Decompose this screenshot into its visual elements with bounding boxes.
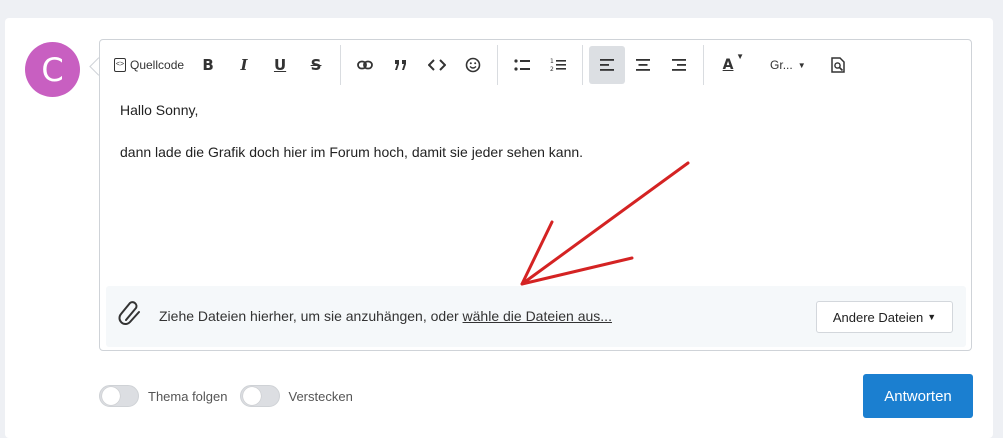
preview-icon: [830, 57, 845, 73]
code-button[interactable]: [419, 46, 455, 84]
toolbar-divider: [582, 45, 584, 85]
editor-content[interactable]: Hallo Sonny, dann lade die Grafik doch h…: [120, 102, 583, 186]
source-code-label: Quellcode: [130, 58, 185, 72]
align-right-button[interactable]: [661, 46, 697, 84]
strikethrough-button[interactable]: S: [298, 46, 334, 84]
file-dropzone[interactable]: Ziehe Dateien hierher, um sie anzuhängen…: [106, 286, 966, 347]
svg-text:2: 2: [550, 66, 554, 72]
source-code-button[interactable]: <> Quellcode: [108, 46, 190, 84]
underline-label: U: [273, 56, 287, 74]
toolbar-divider: [497, 45, 499, 85]
toggle-knob: [102, 387, 120, 405]
content-line: Hallo Sonny,: [120, 102, 199, 118]
bold-button[interactable]: B: [190, 46, 226, 84]
bullet-list-icon: [514, 59, 531, 71]
emoji-button[interactable]: [455, 46, 491, 84]
bold-label: B: [202, 56, 214, 74]
underline-button[interactable]: U: [262, 46, 298, 84]
content-line: dann lade die Grafik doch hier im Forum …: [120, 144, 584, 160]
avatar-initial: C: [41, 50, 64, 89]
quote-button[interactable]: [383, 46, 419, 84]
align-left-button[interactable]: [589, 46, 626, 84]
reply-button[interactable]: Antworten: [863, 374, 973, 418]
rich-text-editor[interactable]: <> Quellcode B I U S 12 A ▼ Gr... ▼ Hall…: [99, 39, 972, 351]
numbered-list-icon: 12: [550, 58, 567, 72]
editor-toolbar: <> Quellcode B I U S 12 A ▼ Gr... ▼: [108, 45, 856, 85]
hide-post-label: Verstecken: [288, 388, 353, 404]
avatar: C: [25, 42, 80, 97]
follow-thread-toggle[interactable]: [99, 385, 139, 407]
toolbar-divider: [703, 45, 705, 85]
numbered-list-button[interactable]: 12: [540, 46, 576, 84]
emoji-icon: [465, 57, 481, 73]
dropzone-text: Ziehe Dateien hierher, um sie anzuhängen…: [159, 308, 612, 324]
chevron-down-icon: ▼: [736, 52, 745, 61]
font-size-label: Gr...: [770, 58, 793, 72]
strike-label: S: [310, 56, 322, 74]
italic-label: I: [240, 56, 248, 74]
text-color-button[interactable]: A ▼: [710, 46, 746, 84]
italic-button[interactable]: I: [226, 46, 262, 84]
align-center-button[interactable]: [625, 46, 661, 84]
align-right-icon: [672, 59, 687, 71]
align-left-icon: [600, 59, 615, 71]
align-center-icon: [636, 59, 651, 71]
hide-post-toggle[interactable]: [239, 385, 280, 407]
reply-button-label: Antworten: [884, 387, 952, 405]
post-options: Thema folgen Verstecken: [99, 385, 365, 407]
link-button[interactable]: [347, 46, 383, 84]
choose-files-link[interactable]: wähle die Dateien aus...: [463, 308, 612, 324]
other-files-label: Andere Dateien: [832, 309, 924, 325]
other-files-button[interactable]: Andere Dateien ▼: [816, 301, 953, 333]
code-icon: [428, 59, 447, 71]
svg-text:1: 1: [550, 58, 554, 65]
quote-icon: [395, 60, 407, 70]
chevron-down-icon: ▼: [927, 312, 937, 322]
toggle-knob: [242, 387, 261, 405]
chevron-down-icon: ▼: [797, 60, 806, 70]
toolbar-divider: [340, 45, 342, 85]
paperclip-icon: [118, 301, 140, 325]
bullet-list-button[interactable]: [504, 46, 540, 84]
follow-thread-label: Thema folgen: [148, 388, 228, 404]
font-size-dropdown[interactable]: Gr... ▼: [760, 46, 816, 84]
preview-button[interactable]: [820, 46, 856, 84]
source-code-icon: <>: [114, 58, 126, 72]
dropzone-instructions: Ziehe Dateien hierher, um sie anzuhängen…: [159, 308, 463, 324]
text-color-icon: A: [722, 57, 734, 73]
link-icon: [357, 60, 373, 70]
